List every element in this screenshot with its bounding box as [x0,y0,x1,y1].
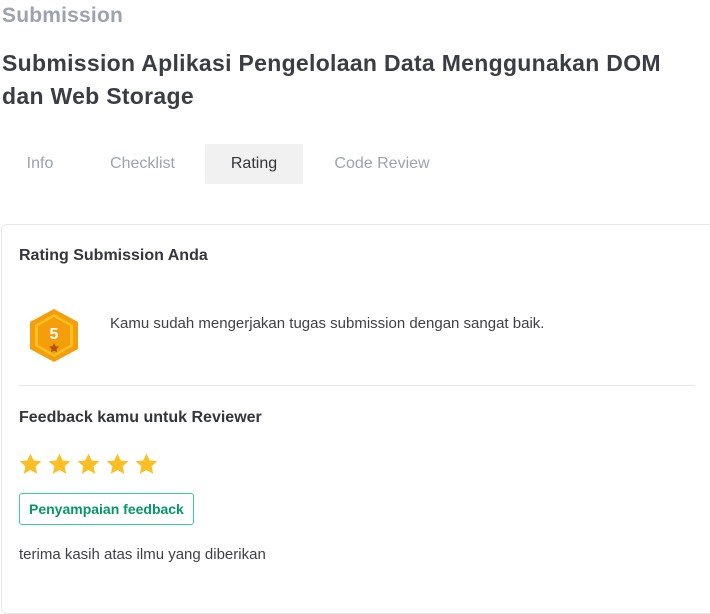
tab-checklist[interactable]: Checklist [80,144,205,184]
feedback-tag: Penyampaian feedback [19,493,194,525]
rating-badge-icon: 5 [30,309,78,362]
page-eyebrow: Submission [2,4,124,27]
feedback-heading: Feedback kamu untuk Reviewer [19,409,262,426]
star-icon [19,453,42,474]
rating-message: Kamu sudah mengerjakan tugas submission … [110,315,545,332]
divider [18,385,695,386]
tab-rating[interactable]: Rating [205,144,303,184]
tab-bar: Info Checklist Rating Code Review [0,144,461,184]
star-icon [135,453,158,474]
star-icon [48,453,71,474]
tab-code-review[interactable]: Code Review [303,144,461,184]
rating-badge-value: 5 [50,326,59,343]
feedback-comment: terima kasih atas ilmu yang diberikan [19,546,266,563]
page-title: Submission Aplikasi Pengelolaan Data Men… [2,50,661,109]
rating-card: Rating Submission Anda 5 Kamu sudah meng… [1,224,710,614]
star-icon [106,453,129,474]
tab-info[interactable]: Info [0,144,80,184]
star-icon [77,453,100,474]
feedback-stars [18,452,159,477]
rating-heading: Rating Submission Anda [19,247,208,264]
